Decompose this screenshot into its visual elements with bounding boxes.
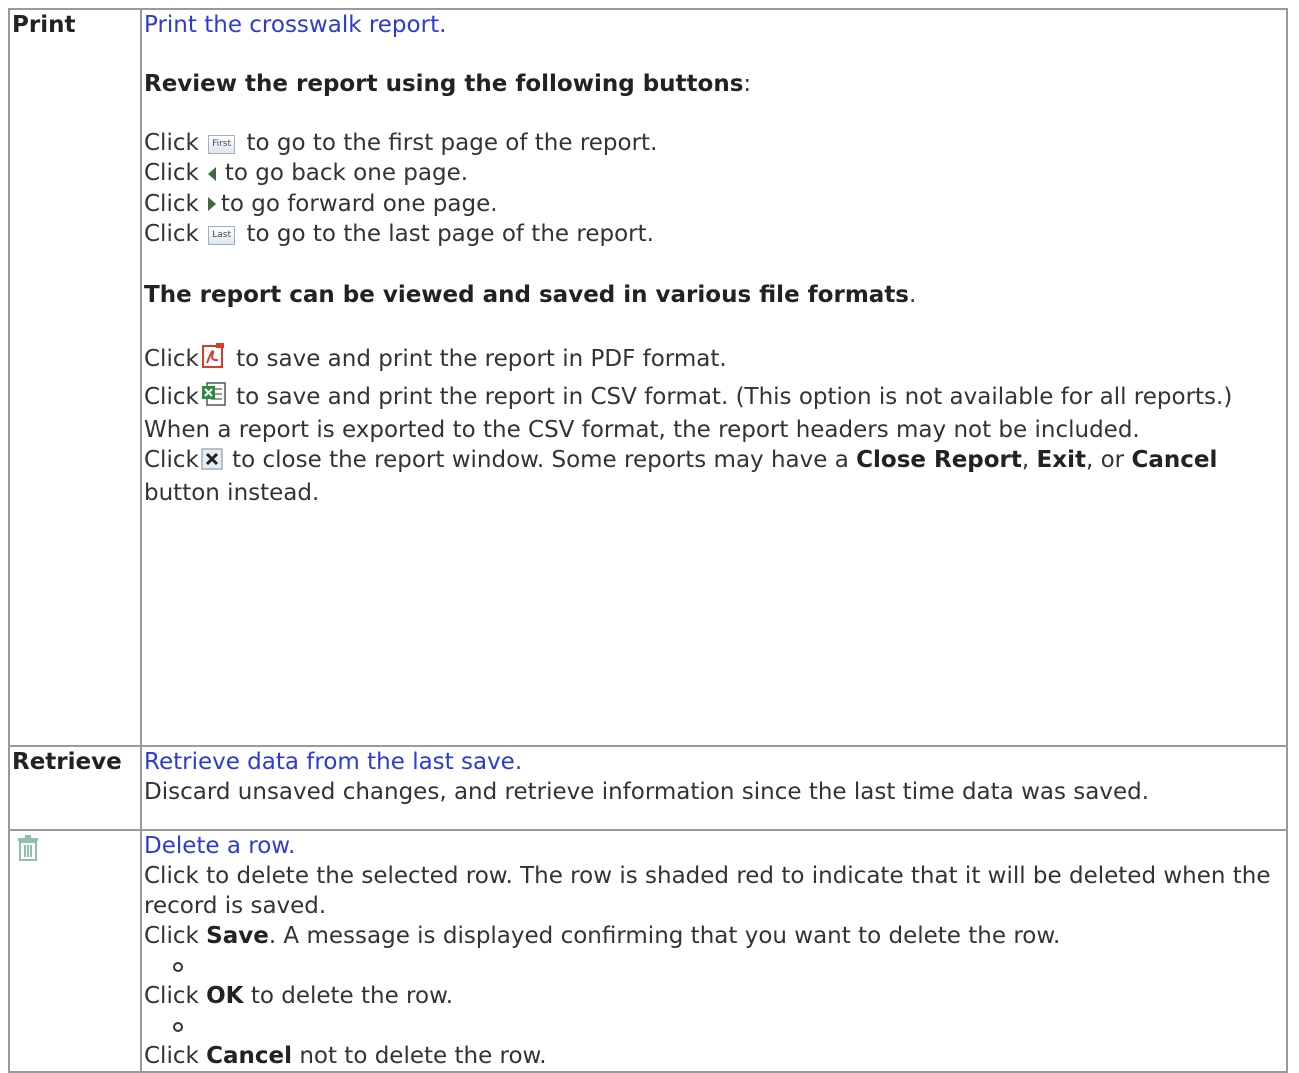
list-bullet: [144, 1011, 1286, 1041]
delete-save-line: Click Save. A message is displayed confi…: [144, 923, 1061, 949]
nav-prev-line: Click to go back one page.: [144, 158, 1286, 189]
row-retrieve: Retrieve Retrieve data from the last sav…: [8, 745, 1288, 831]
cell-label-retrieve: Retrieve: [8, 745, 142, 831]
cell-label-print: Print: [8, 8, 142, 747]
cell-desc-delete: Delete a row. Click to delete the select…: [140, 829, 1288, 1073]
list-bullet: [144, 951, 1286, 981]
delete-desc: Click to delete the selected row. The ro…: [144, 863, 1271, 919]
formats-heading: The report can be viewed and saved in va…: [144, 282, 909, 308]
pdf-line: Click to save and print the report in PD…: [144, 343, 1286, 377]
review-heading: Review the report using the following bu…: [144, 71, 744, 97]
last-page-button-icon: Last: [208, 226, 236, 245]
formats-heading-line: The report can be viewed and saved in va…: [144, 282, 917, 308]
previous-arrow-icon: [207, 159, 217, 189]
retrieve-desc: Discard unsaved changes, and retrieve in…: [144, 779, 1150, 805]
label-retrieve: Retrieve: [12, 749, 122, 775]
nav-next-line: Click to go forward one page.: [144, 189, 1286, 220]
link-retrieve[interactable]: Retrieve data from the last save.: [144, 749, 522, 775]
pdf-icon: [201, 343, 227, 377]
help-table: Print Print the crosswalk report. Review…: [8, 8, 1288, 1073]
row-print: Print Print the crosswalk report. Review…: [8, 8, 1288, 747]
row-delete: Delete a row. Click to delete the select…: [8, 829, 1288, 1073]
first-page-button-icon: First: [208, 135, 236, 154]
cell-desc-print: Print the crosswalk report. Review the r…: [140, 8, 1288, 747]
label-print: Print: [12, 12, 76, 38]
link-delete[interactable]: Delete a row.: [144, 833, 295, 859]
close-icon: [201, 448, 223, 478]
excel-icon: [201, 381, 227, 415]
csv-line: Click to save and print the report in CS…: [144, 381, 1286, 445]
delete-cancel-line: Click Cancel not to delete the row.: [144, 1043, 547, 1069]
link-print[interactable]: Print the crosswalk report.: [144, 12, 446, 38]
next-arrow-icon: [207, 189, 217, 219]
nav-first-line: Click First to go to the first page of t…: [144, 130, 658, 156]
review-heading-line: Review the report using the following bu…: [144, 71, 752, 97]
close-line: Click to close the report window. Some r…: [144, 447, 1218, 506]
delete-ok-line: Click OK to delete the row.: [144, 983, 454, 1009]
cell-label-delete: [8, 829, 142, 1073]
cell-desc-retrieve: Retrieve data from the last save. Discar…: [140, 745, 1288, 831]
nav-last-line: Click Last to go to the last page of the…: [144, 221, 654, 247]
trash-icon: [16, 835, 40, 869]
